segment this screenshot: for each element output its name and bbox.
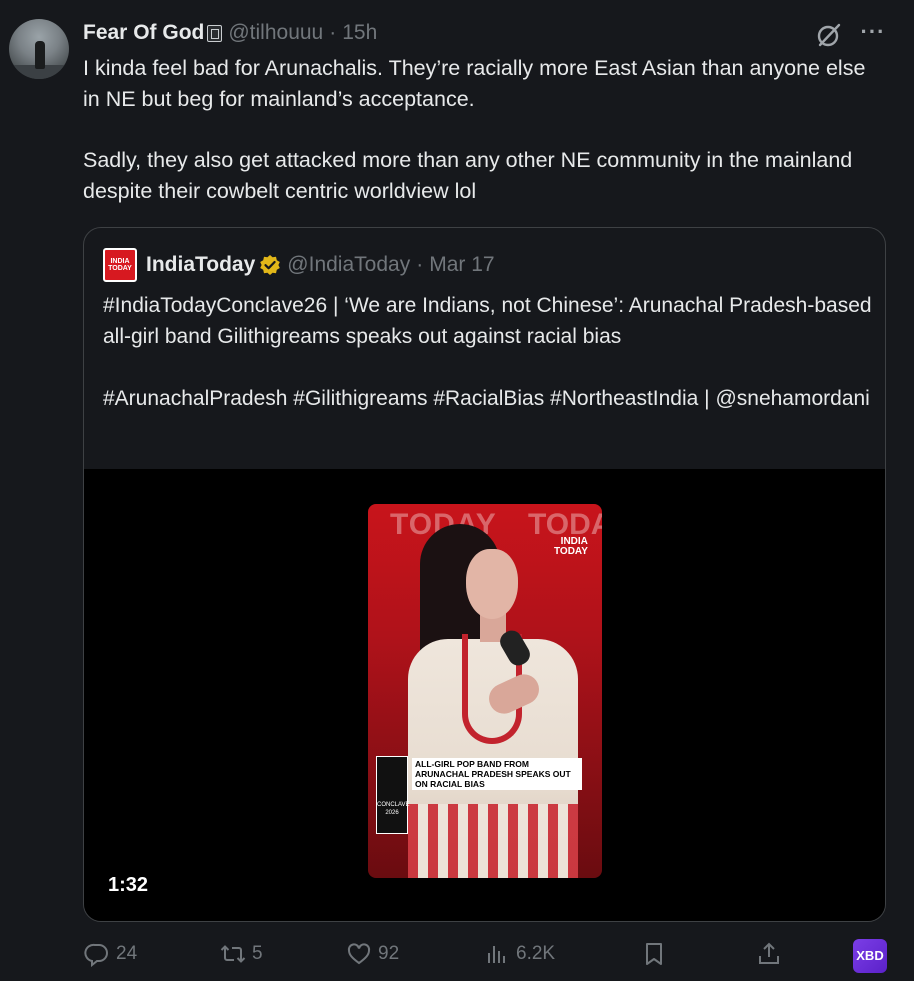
quoted-tweet-header: INDIA TODAY IndiaToday @IndiaToday · Mar…	[103, 248, 495, 282]
quoted-tweet[interactable]: INDIA TODAY IndiaToday @IndiaToday · Mar…	[83, 227, 886, 922]
xbd-extension-button[interactable]: XBD	[853, 939, 887, 973]
heart-icon	[347, 943, 371, 965]
video-player[interactable]: TODAY TODA INDIA TODAY CONCLAVE 2026 ALL…	[84, 469, 885, 921]
views-button[interactable]: 6.2K	[484, 941, 555, 967]
conclave-logo: CONCLAVE 2026	[376, 756, 410, 834]
logo-line-2: TODAY	[108, 265, 132, 272]
dress-pattern	[408, 804, 578, 878]
quoted-text-paragraph-2: #ArunachalPradesh #Gilithigreams #Racial…	[103, 387, 870, 410]
share-icon	[759, 942, 779, 964]
author-name[interactable]: Fear Of God	[83, 21, 204, 45]
grok-icon[interactable]	[814, 20, 844, 50]
reply-icon	[84, 943, 108, 967]
corner-channel-logo: INDIA TODAY	[554, 537, 588, 557]
more-options-icon[interactable]: ···	[858, 20, 888, 50]
tweet-text-paragraph-1: I kinda feel bad for Arunachalis. They’r…	[83, 56, 866, 111]
like-button[interactable]: 92	[346, 941, 399, 967]
tweet-header: Fear Of God @tilhouuu · 15h	[83, 20, 377, 46]
quoted-timestamp[interactable]: Mar 17	[429, 253, 494, 277]
reply-button[interactable]: 24	[84, 941, 137, 967]
author-avatar[interactable]	[9, 19, 69, 79]
corner-logo-line-2: TODAY	[554, 546, 588, 557]
video-duration: 1:32	[108, 874, 149, 896]
author-handle[interactable]: @tilhouuu	[228, 21, 323, 45]
quoted-tweet-text: #IndiaTodayConclave26 | ‘We are Indians,…	[103, 290, 878, 414]
video-caption-banner: ALL-GIRL POP BAND FROM ARUNACHAL PRADESH…	[412, 758, 582, 790]
repost-icon	[220, 945, 246, 963]
views-chart-icon	[488, 946, 505, 963]
quoted-text-paragraph-1: #IndiaTodayConclave26 | ‘We are Indians,…	[103, 294, 872, 348]
action-bar: 24 5 92 6.2K	[0, 935, 914, 979]
repost-button[interactable]: 5	[220, 941, 263, 967]
tweet-timestamp[interactable]: 15h	[342, 21, 377, 45]
profile-badge-icon	[207, 24, 223, 42]
avatar-figure	[35, 41, 45, 69]
quoted-author-name[interactable]: IndiaToday	[146, 253, 255, 277]
bookmark-button[interactable]	[641, 941, 673, 967]
share-button[interactable]	[756, 941, 788, 967]
view-count: 6.2K	[516, 943, 556, 964]
speaker-face	[466, 549, 518, 619]
tweet[interactable]: Fear Of God @tilhouuu · 15h ··· I kinda …	[0, 0, 914, 981]
quoted-header-separator: ·	[416, 253, 424, 276]
verified-badge-icon	[259, 254, 281, 276]
bookmark-icon	[646, 943, 662, 965]
tweet-text: I kinda feel bad for Arunachalis. They’r…	[83, 53, 883, 207]
tweet-text-paragraph-2: Sadly, they also get attacked more than …	[83, 148, 853, 203]
india-today-logo-avatar[interactable]: INDIA TODAY	[103, 248, 137, 282]
reply-count: 24	[116, 943, 138, 964]
like-count: 92	[378, 943, 400, 964]
header-separator: ·	[329, 21, 337, 44]
quoted-author-handle[interactable]: @IndiaToday	[287, 253, 410, 277]
repost-count: 5	[252, 943, 263, 964]
video-thumbnail[interactable]: TODAY TODA INDIA TODAY CONCLAVE 2026 ALL…	[368, 504, 602, 878]
